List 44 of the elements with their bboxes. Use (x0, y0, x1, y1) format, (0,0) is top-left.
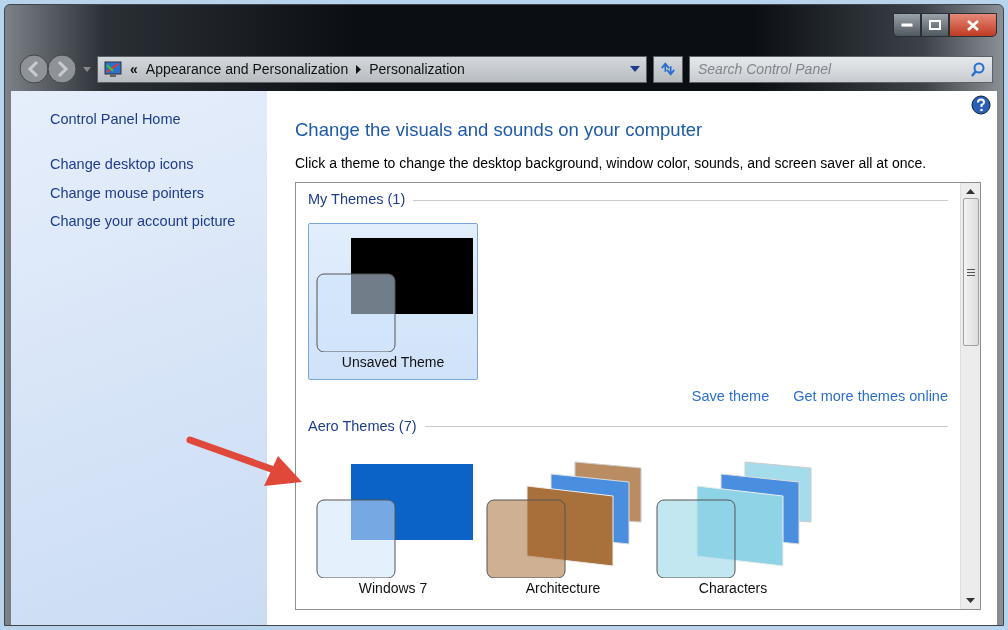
theme-name: Characters (697, 579, 769, 599)
forward-button[interactable] (47, 54, 77, 84)
scroll-up-icon[interactable] (966, 189, 975, 195)
dropdown-arrow-icon[interactable] (83, 66, 91, 72)
theme-link[interactable]: Get more themes online (793, 385, 948, 408)
dropdown-arrow-icon[interactable] (630, 66, 640, 72)
maximize-icon (929, 20, 941, 30)
scroll-down-icon[interactable] (966, 598, 975, 604)
theme-tile[interactable]: Architecture (478, 449, 648, 607)
scrollbar[interactable] (960, 183, 980, 610)
search-icon (971, 61, 985, 77)
refresh-button[interactable] (653, 55, 683, 83)
close-button[interactable] (949, 13, 997, 37)
sidebar-link[interactable]: Change mouse pointers (50, 182, 267, 205)
sidebar-link[interactable]: Change desktop icons (50, 153, 267, 176)
group-title: Aero Themes (7) (308, 416, 417, 436)
theme-name: Unsaved Theme (340, 352, 446, 372)
page-description: Click a theme to change the desktop background, window color, sounds, and screen saver all at once. (295, 154, 928, 174)
address-bar[interactable]: « Appearance and Personalization Personalization (97, 55, 647, 83)
grip-icon (966, 268, 975, 276)
theme-name: Windows 7 (357, 579, 429, 599)
maximize-button[interactable] (921, 13, 949, 37)
group-title: My Themes (1) (308, 190, 406, 210)
monitor-icon (104, 60, 122, 78)
theme-name: Architecture (524, 579, 602, 599)
sidebar-link[interactable]: Control Panel Home (50, 109, 267, 131)
theme-tile[interactable]: Windows 7 (308, 449, 478, 607)
refresh-icon (660, 61, 676, 77)
back-button[interactable] (19, 54, 49, 84)
chevron-right-icon[interactable] (356, 64, 362, 74)
theme-tile[interactable]: Unsaved Theme (308, 222, 478, 380)
theme-tile[interactable]: Characters (648, 449, 818, 607)
minimize-button[interactable] (893, 13, 921, 37)
close-icon (967, 19, 979, 31)
sidebar-link[interactable]: Change your account picture (50, 211, 267, 233)
page-heading: Change the visuals and sounds on your computer (295, 119, 704, 142)
breadcrumb-item[interactable]: Appearance and Personalization (145, 58, 349, 80)
help-icon[interactable] (971, 95, 991, 115)
overflow-chevron[interactable]: « (130, 58, 138, 80)
scrollbar-thumb[interactable] (962, 198, 979, 347)
minimize-icon (901, 23, 913, 27)
theme-link[interactable]: Save theme (691, 385, 770, 408)
search-field[interactable]: Search Control Panel (689, 55, 993, 83)
breadcrumb-item[interactable]: Personalization (369, 58, 465, 80)
